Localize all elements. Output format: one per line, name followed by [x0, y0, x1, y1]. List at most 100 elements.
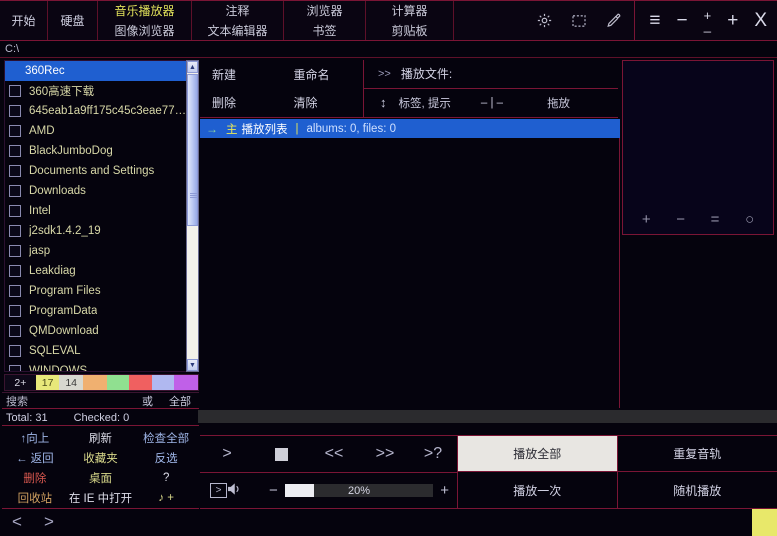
file-checkbox[interactable] — [9, 185, 21, 197]
sort-updown-icon[interactable]: ↕ — [364, 95, 399, 110]
file-action-button[interactable]: 回收站 — [2, 488, 68, 508]
color-filter-segment[interactable]: 2+ — [5, 375, 36, 390]
file-action-button[interactable]: ↑向上 — [2, 428, 68, 448]
file-action-button[interactable]: ♪ + — [133, 488, 199, 508]
file-list-item[interactable]: AMD — [5, 121, 189, 141]
file-list[interactable]: 360Rec360高速下载645eab1a9ff175c45c3eae774..… — [4, 60, 190, 372]
color-filter-strip[interactable]: 2+1714 — [4, 374, 199, 391]
window-minimize-button[interactable]: − — [677, 11, 688, 30]
color-filter-segment[interactable] — [174, 375, 198, 390]
playlist-body[interactable] — [200, 138, 620, 408]
file-checkbox[interactable] — [9, 125, 21, 137]
file-action-button[interactable]: 在 IE 中打开 — [68, 488, 134, 508]
menu-music-group[interactable]: 音乐播放器 图像浏览器 — [98, 1, 192, 40]
file-list-item[interactable]: j2sdk1.4.2_19 — [5, 221, 189, 241]
color-filter-segment[interactable] — [152, 375, 175, 390]
right-preview-panel[interactable]: + − = ○ — [622, 60, 774, 235]
file-list-item[interactable]: 645eab1a9ff175c45c3eae774... — [5, 101, 189, 121]
right-circle-icon[interactable]: ○ — [745, 211, 754, 228]
menu-music-player[interactable]: 音乐播放器 — [98, 1, 191, 21]
scroll-down-icon[interactable]: ▼ — [187, 359, 198, 371]
playback-mode-button[interactable]: 播放全部 — [458, 436, 618, 472]
file-action-button[interactable]: 收藏夹 — [68, 448, 134, 468]
window-restore-button[interactable]: + _ — [704, 11, 712, 30]
menu-annotation[interactable]: 注释 — [192, 1, 283, 21]
color-filter-segment[interactable] — [83, 375, 107, 390]
scrollbar-thumb[interactable] — [187, 74, 198, 226]
file-list-scrollbar[interactable]: ▲ ▼ — [186, 60, 199, 372]
yellow-status-marker[interactable] — [752, 509, 777, 536]
playlist-selected-row[interactable]: → 主 播放列表 | albums: 0, files: 0 — [200, 119, 620, 138]
right-add-icon[interactable]: + — [642, 211, 651, 228]
menu-calc-group[interactable]: 计算器 剪贴板 — [366, 1, 454, 40]
playlist-delete-button[interactable]: 删除 — [200, 89, 282, 118]
menu-disk[interactable]: 硬盘 — [48, 1, 98, 40]
file-action-button[interactable]: ← 返回 — [2, 448, 68, 468]
window-maximize-button[interactable]: + — [727, 11, 738, 30]
eyedropper-icon[interactable] — [605, 12, 622, 29]
file-checkbox[interactable] — [9, 85, 21, 97]
color-filter-segment[interactable]: 14 — [59, 375, 83, 390]
file-list-item[interactable]: 360Rec — [5, 61, 189, 81]
history-forward-button[interactable]: > — [44, 512, 54, 532]
menu-browser-group[interactable]: 浏览器 书签 — [284, 1, 366, 40]
file-action-button[interactable]: 桌面 — [68, 468, 134, 488]
search-or-button[interactable]: 或 — [134, 393, 161, 409]
menu-start[interactable]: 开始 — [0, 1, 48, 40]
file-action-button[interactable]: 反选 — [133, 448, 199, 468]
file-checkbox[interactable] — [9, 345, 21, 357]
menu-text-editor[interactable]: 文本编辑器 — [192, 21, 283, 41]
right-remove-icon[interactable]: − — [676, 211, 685, 228]
file-checkbox[interactable] — [9, 245, 21, 257]
file-list-item[interactable]: Downloads — [5, 181, 189, 201]
drag-drop-label[interactable]: 拖放 — [503, 95, 570, 111]
color-filter-segment[interactable] — [107, 375, 130, 390]
volume-slider[interactable]: 20% — [285, 484, 433, 497]
file-action-button[interactable]: ? — [133, 468, 199, 488]
playback-mode-button[interactable]: 重复音轨 — [618, 436, 777, 472]
menu-calculator[interactable]: 计算器 — [366, 1, 453, 21]
playlist-new-button[interactable]: 新建 — [200, 60, 282, 89]
stop-button[interactable] — [254, 448, 308, 461]
file-list-item[interactable]: ProgramData — [5, 301, 189, 321]
next-button[interactable]: >> — [360, 445, 410, 463]
playback-mode-button[interactable]: 播放一次 — [458, 472, 618, 508]
tag-hint-label[interactable]: 标签, 提示 — [399, 95, 451, 111]
file-checkbox[interactable] — [9, 305, 21, 317]
file-checkbox[interactable] — [9, 225, 21, 237]
path-bar[interactable]: C:\ — [0, 41, 777, 58]
file-list-item[interactable]: jasp — [5, 241, 189, 261]
file-list-item[interactable]: Leakdiag — [5, 261, 189, 281]
file-list-item[interactable]: 360高速下载 — [5, 81, 189, 101]
menu-browser[interactable]: 浏览器 — [284, 1, 365, 21]
file-action-button[interactable]: 删除 — [2, 468, 68, 488]
gear-icon[interactable] — [536, 12, 553, 29]
play-query-button[interactable]: >? — [410, 445, 456, 463]
playback-mode-button[interactable]: 随机播放 — [618, 472, 777, 508]
window-close-button[interactable]: X — [754, 11, 767, 30]
open-playlist-icon[interactable]: > — [210, 483, 227, 498]
search-input[interactable]: 搜索 — [2, 393, 134, 409]
file-list-item[interactable]: SQLEVAL — [5, 341, 189, 361]
file-checkbox[interactable] — [9, 205, 21, 217]
file-checkbox[interactable] — [9, 325, 21, 337]
selection-box-icon[interactable] — [571, 13, 587, 29]
speaker-icon[interactable] — [227, 482, 261, 500]
play-file-arrow-icon[interactable]: >> — [364, 68, 401, 80]
file-checkbox[interactable] — [9, 265, 21, 277]
right-equals-icon[interactable]: = — [711, 211, 720, 228]
menu-note-group[interactable]: 注释 文本编辑器 — [192, 1, 284, 40]
color-filter-segment[interactable]: 17 — [36, 375, 60, 390]
seek-progress-bar[interactable] — [198, 410, 777, 423]
file-checkbox[interactable] — [9, 105, 21, 117]
menu-clipboard[interactable]: 剪贴板 — [366, 21, 453, 41]
window-menu-button[interactable]: ≡ — [649, 11, 660, 30]
file-list-item[interactable]: QMDownload — [5, 321, 189, 341]
file-list-item[interactable]: Intel — [5, 201, 189, 221]
file-checkbox[interactable] — [9, 145, 21, 157]
history-back-button[interactable]: < — [12, 512, 22, 532]
file-checkbox[interactable] — [9, 165, 21, 177]
file-list-item[interactable]: Program Files — [5, 281, 189, 301]
file-checkbox[interactable] — [9, 285, 21, 297]
scroll-up-icon[interactable]: ▲ — [187, 61, 198, 73]
